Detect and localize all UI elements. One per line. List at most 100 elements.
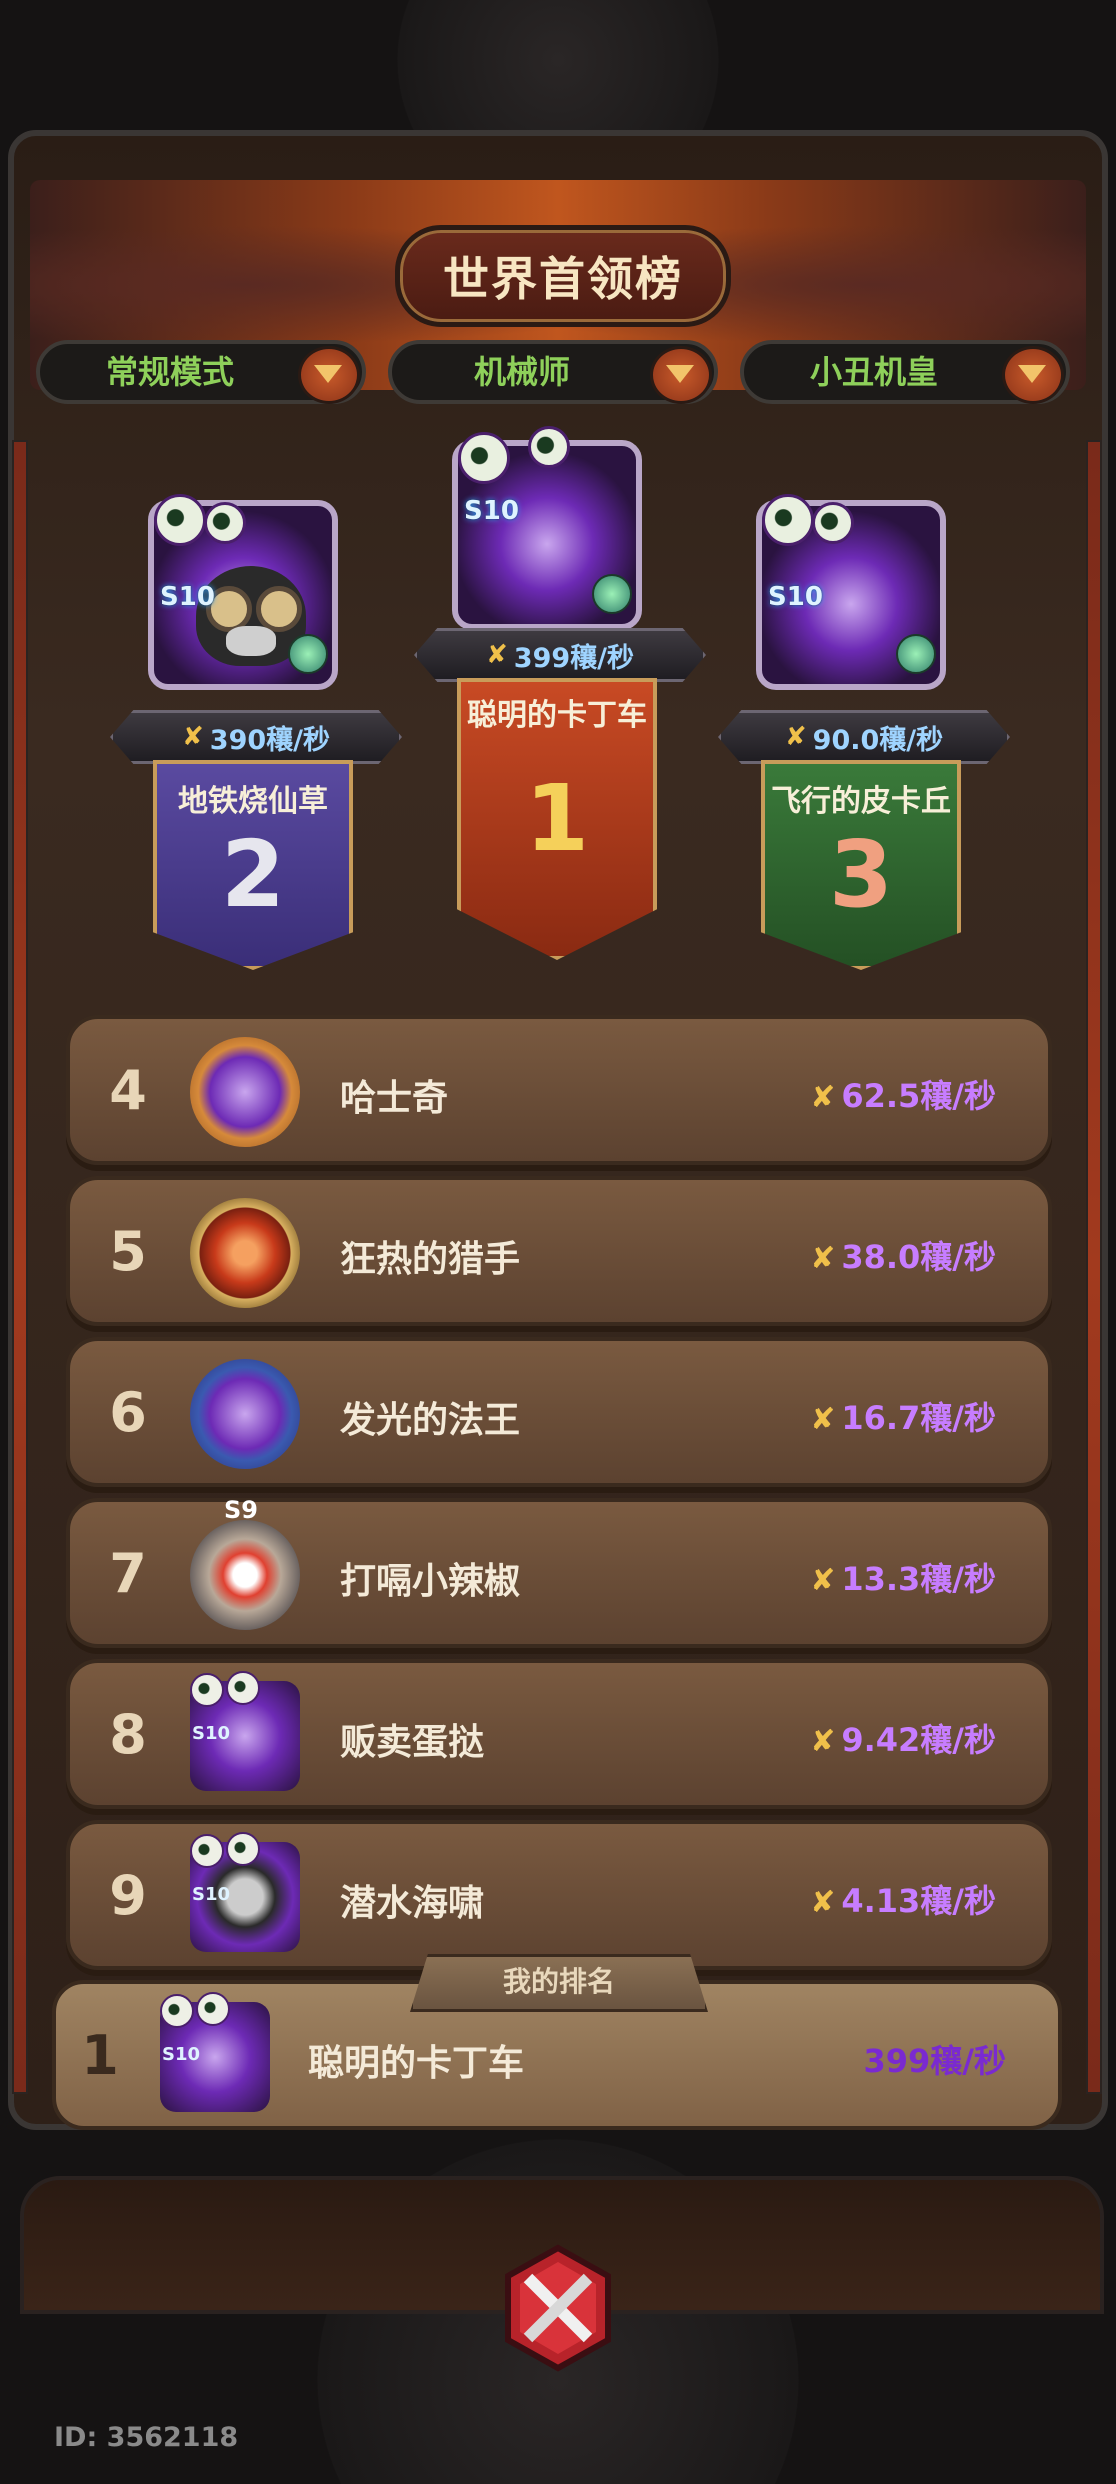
- score: ✘ 13.3穰/秒: [810, 1554, 996, 1600]
- score-text: 390穰/秒: [209, 724, 331, 756]
- avatar: S10: [148, 494, 338, 690]
- player-name: 潜水海啸: [340, 1883, 485, 1924]
- list-item[interactable]: 6 发光的法王 ✘ 16.7穰/秒: [66, 1337, 1052, 1487]
- score-text: 13.3穰/秒: [841, 1560, 996, 1598]
- score-text: 62.5穰/秒: [841, 1077, 996, 1115]
- rank-number: 8: [109, 1703, 147, 1766]
- player-name: 聪明的卡丁车: [308, 2043, 525, 2084]
- podium-first[interactable]: S10 ✘ 399穰/秒 聪明的卡丁车 1: [414, 420, 706, 960]
- title-text: 世界首领榜: [443, 252, 683, 306]
- season-badge: S10: [160, 582, 215, 612]
- player-name: 贩卖蛋挞: [340, 1722, 485, 1763]
- filter-boss-dropdown[interactable]: 小丑机皇: [740, 340, 1070, 404]
- score-text: 399穰/秒: [863, 2042, 1007, 2080]
- avatar: [180, 1188, 310, 1318]
- eye-icon: [204, 502, 246, 544]
- page-title: 世界首领榜: [395, 225, 731, 327]
- avatar: [180, 1027, 310, 1157]
- score-text: 90.0穰/秒: [812, 724, 944, 756]
- list-item[interactable]: 7 S9 打嗝小辣椒 ✘ 13.3穰/秒: [66, 1496, 1052, 1648]
- podium-third[interactable]: S10 ✘ 90.0穰/秒 飞行的皮卡丘 3: [718, 494, 1010, 970]
- score-text: 9.42穰/秒: [841, 1721, 996, 1759]
- list-item[interactable]: 8 S10 贩卖蛋挞 ✘ 9.42穰/秒: [66, 1659, 1052, 1809]
- sword-icon: ✘: [485, 640, 508, 670]
- season-badge: S9: [224, 1496, 258, 1524]
- player-name: 飞行的皮卡丘: [771, 784, 951, 819]
- orb-icon: [896, 634, 936, 674]
- score-pill: ✘ 390穰/秒: [110, 710, 402, 764]
- sword-icon: ✘: [784, 722, 807, 752]
- filter-class-label: 机械师: [473, 353, 570, 391]
- rank-number: 1: [524, 765, 589, 872]
- score: ✘ 38.0穰/秒: [810, 1232, 996, 1278]
- score-text: 16.7穰/秒: [841, 1399, 996, 1437]
- sword-icon: ✘: [810, 1402, 836, 1437]
- list-item[interactable]: 4 哈士奇 ✘ 62.5穰/秒: [66, 1015, 1052, 1165]
- eye-icon: [812, 502, 854, 544]
- score-text: 38.0穰/秒: [841, 1238, 996, 1276]
- eye-icon: [226, 1671, 260, 1705]
- filter-mode-dropdown[interactable]: 常规模式: [36, 340, 366, 404]
- rank-banner: 聪明的卡丁车 1: [457, 678, 657, 960]
- rank-number: 6: [109, 1381, 147, 1444]
- orb-icon: [288, 634, 328, 674]
- season-badge: S10: [192, 1723, 231, 1744]
- eye-icon: [528, 426, 570, 468]
- player-name: 地铁烧仙草: [178, 784, 328, 819]
- eye-icon: [154, 494, 206, 546]
- chevron-down-icon[interactable]: [298, 346, 360, 404]
- orb-icon: [592, 574, 632, 614]
- avatar: S10: [180, 1671, 310, 1801]
- rank-number: 1: [81, 2024, 119, 2087]
- eye-icon: [190, 1834, 224, 1868]
- sword-icon: ✘: [810, 1724, 836, 1759]
- season-badge: S10: [768, 582, 823, 612]
- score: ✘ 16.7穰/秒: [810, 1393, 996, 1439]
- avatar: S9: [180, 1496, 310, 1640]
- list-item[interactable]: 9 S10 潜水海啸 ✘ 4.13穰/秒: [66, 1820, 1052, 1970]
- chevron-down-icon[interactable]: [650, 346, 712, 404]
- podium-second[interactable]: S10 ✘ 390穰/秒 地铁烧仙草 2: [110, 494, 402, 970]
- rank-banner: 飞行的皮卡丘 3: [761, 760, 961, 970]
- left-frame-bar: [12, 440, 28, 2094]
- season-badge: S10: [464, 496, 519, 526]
- score-text: 399穰/秒: [513, 642, 635, 674]
- filter-boss-label: 小丑机皇: [809, 353, 938, 391]
- score: ✘ 4.13穰/秒: [810, 1876, 996, 1922]
- avatar: S10: [150, 1992, 280, 2122]
- filter-class-dropdown[interactable]: 机械师: [388, 340, 718, 404]
- rank-number: 7: [109, 1542, 147, 1605]
- avatar: S10: [756, 494, 946, 690]
- gear-clown-icon: [190, 1520, 300, 1630]
- season-badge: S10: [162, 2044, 201, 2065]
- sword-icon: ✘: [810, 1241, 836, 1276]
- star-orb-icon: [190, 1359, 300, 1469]
- player-name: 打嗝小辣椒: [340, 1561, 521, 1602]
- avatar: S10: [180, 1832, 310, 1962]
- eye-icon: [160, 1994, 194, 2028]
- rank-number: 2: [220, 821, 285, 928]
- avatar: S10: [452, 426, 642, 630]
- eye-icon: [458, 432, 510, 484]
- eye-icon: [196, 1992, 230, 2026]
- rank-number: 5: [109, 1220, 147, 1283]
- rank-banner: 地铁烧仙草 2: [153, 760, 353, 970]
- chevron-down-icon[interactable]: [1002, 346, 1064, 404]
- close-button[interactable]: [492, 2242, 624, 2374]
- eye-icon: [762, 494, 814, 546]
- player-name: 哈士奇: [340, 1078, 449, 1119]
- avatar: [180, 1349, 310, 1479]
- pumpkin-icon: [190, 1037, 300, 1147]
- rank-number: 9: [109, 1864, 147, 1927]
- list-item[interactable]: 5 狂热的猎手 ✘ 38.0穰/秒: [66, 1176, 1052, 1326]
- score-text: 4.13穰/秒: [841, 1882, 996, 1920]
- player-id: ID: 3562118: [54, 2422, 239, 2453]
- right-frame-bar: [1086, 440, 1102, 2094]
- eye-icon: [190, 1673, 224, 1707]
- sword-icon: ✘: [810, 1563, 836, 1598]
- score: ✘ 62.5穰/秒: [810, 1071, 996, 1117]
- sword-icon: ✘: [181, 722, 204, 752]
- score-pill: ✘ 90.0穰/秒: [718, 710, 1010, 764]
- player-name: 聪明的卡丁车: [467, 698, 647, 733]
- rank-number: 3: [828, 821, 893, 928]
